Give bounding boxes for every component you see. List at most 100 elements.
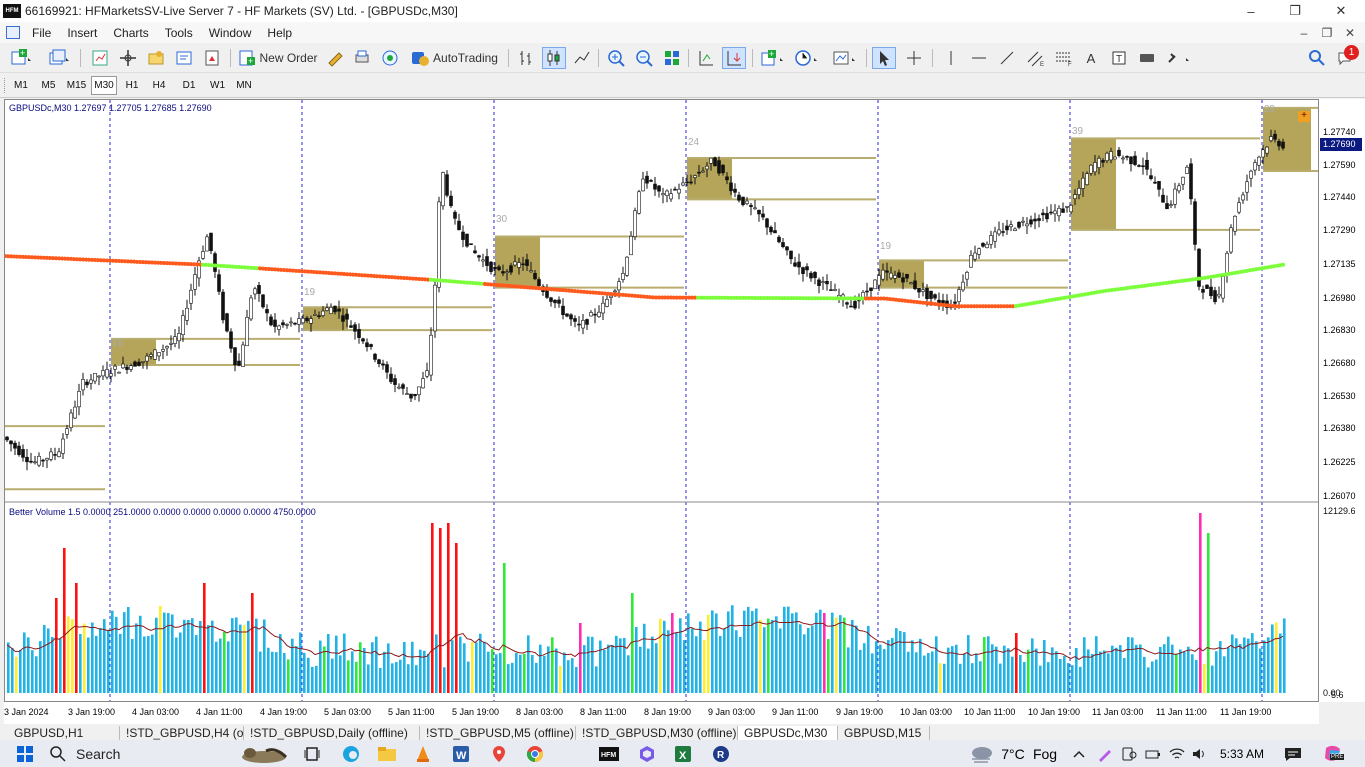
bar-chart-button[interactable]	[514, 47, 538, 69]
navigator-button[interactable]	[116, 47, 140, 69]
menu-window[interactable]: Window	[201, 26, 260, 40]
show-hidden-icons-chevron-icon[interactable]	[1068, 742, 1090, 766]
candle-body	[137, 361, 141, 366]
arrow-label-button[interactable]	[1136, 47, 1158, 69]
indicators-button[interactable]: +	[758, 47, 788, 69]
google-maps-icon[interactable]	[486, 742, 512, 766]
mdi-close-button[interactable]: ✕	[1339, 22, 1361, 43]
text-label-button[interactable]: T	[1108, 47, 1130, 69]
menu-file[interactable]: File	[24, 26, 59, 40]
notifications-button[interactable]: 1	[1334, 45, 1360, 69]
market-watch-button[interactable]	[88, 47, 112, 69]
candle-body	[1169, 204, 1173, 206]
tab-std-gbpusd-daily[interactable]: !STD_GBPUSD,Daily (offline)	[244, 726, 420, 740]
profiles-button[interactable]	[46, 47, 72, 69]
tab-gbpusd-m15[interactable]: GBPUSD,M15	[838, 726, 930, 740]
chart-shift-button[interactable]	[694, 47, 718, 69]
candle-body	[957, 289, 961, 302]
time-tick-label: 11 Jan 19:00	[1220, 707, 1272, 717]
tf-mn[interactable]: MN	[231, 76, 257, 95]
expand-plus-icon[interactable]: +	[1298, 111, 1310, 122]
vertical-line-button[interactable]	[940, 47, 962, 69]
menu-tools[interactable]: Tools	[157, 26, 201, 40]
periods-button[interactable]	[792, 47, 822, 69]
horizontal-line-button[interactable]	[968, 47, 990, 69]
community-button[interactable]	[378, 47, 402, 69]
menu-charts[interactable]: Charts	[105, 26, 156, 40]
new-chart-button[interactable]: +	[8, 47, 34, 69]
app-cube-icon[interactable]	[634, 742, 660, 766]
volume-icon[interactable]	[1188, 742, 1210, 766]
tab-gbpusdc-m30[interactable]: GBPUSDc,M30	[738, 726, 838, 740]
tf-m1[interactable]: M1	[8, 76, 34, 95]
candle-body	[313, 314, 317, 316]
windows-start-icon[interactable]	[10, 742, 40, 766]
vlc-icon[interactable]	[410, 742, 436, 766]
candlestick-button[interactable]	[542, 47, 566, 69]
zoom-out-button[interactable]	[632, 47, 656, 69]
tf-h4[interactable]: H4	[146, 76, 172, 95]
wifi-icon[interactable]	[1166, 742, 1188, 766]
autotrading-button[interactable]: AutoTrading	[406, 47, 502, 69]
candle-body	[1153, 181, 1157, 184]
equidistant-channel-button[interactable]: E	[1024, 47, 1048, 69]
zoom-in-button[interactable]	[604, 47, 628, 69]
cursor-button[interactable]	[872, 47, 896, 69]
minimize-button[interactable]: –	[1228, 0, 1274, 22]
tf-m30[interactable]: M30	[91, 76, 117, 95]
edge-icon[interactable]	[338, 742, 364, 766]
menu-help[interactable]: Help	[259, 26, 300, 40]
tab-gbpusd-h1[interactable]: GBPUSD,H1	[8, 726, 120, 740]
battery-icon[interactable]	[1142, 742, 1164, 766]
tf-m15[interactable]: M15	[63, 76, 90, 95]
signals-button[interactable]	[350, 47, 374, 69]
meet-now-icon[interactable]	[1118, 742, 1140, 766]
metaeditor-button[interactable]	[324, 47, 346, 69]
tf-d1[interactable]: D1	[174, 76, 204, 95]
terminal-button[interactable]	[172, 47, 196, 69]
tab-std-gbpusd-h4[interactable]: !STD_GBPUSD,H4 (offline)	[120, 726, 244, 740]
taskbar-clock[interactable]: 5:33 AM	[1214, 742, 1270, 766]
hfm-taskbar-icon[interactable]: HFM	[596, 742, 622, 766]
arrows-button[interactable]	[1164, 47, 1194, 69]
close-button[interactable]: ✕	[1318, 0, 1364, 22]
maximize-button[interactable]: ❐	[1272, 0, 1318, 22]
file-explorer-icon[interactable]	[374, 742, 400, 766]
tab-std-gbpusd-m30[interactable]: !STD_GBPUSD,M30 (offline)	[576, 726, 738, 740]
menu-insert[interactable]: Insert	[59, 26, 105, 40]
text-tool-button[interactable]: A	[1080, 47, 1102, 69]
chrome-icon[interactable]	[522, 742, 548, 766]
mdi-minimize-button[interactable]: –	[1293, 22, 1315, 43]
tf-h1[interactable]: H1	[119, 76, 145, 95]
volume-bar	[571, 658, 574, 693]
strategy-tester-button[interactable]	[200, 47, 224, 69]
mdi-restore-button[interactable]: ❐	[1316, 22, 1338, 43]
taskbar-search-box[interactable]: Search	[50, 742, 230, 766]
autoscroll-button[interactable]	[722, 47, 746, 69]
volume-bar	[359, 642, 362, 693]
crosshair-button[interactable]	[902, 47, 926, 69]
chart-window[interactable]: GBPUSDc,M30 1.27697 1.27705 1.27685 1.27…	[4, 99, 1319, 702]
notifications-center-icon[interactable]	[1280, 742, 1306, 766]
search-button[interactable]	[1306, 47, 1328, 69]
search-highlight-icon[interactable]	[236, 742, 292, 766]
new-order-button[interactable]: + New Order	[236, 47, 320, 69]
line-chart-button[interactable]	[570, 47, 594, 69]
price-chart[interactable]	[5, 100, 1318, 701]
data-window-button[interactable]	[144, 47, 168, 69]
r-app-icon[interactable]: R	[708, 742, 734, 766]
templates-button[interactable]	[830, 47, 860, 69]
copilot-preview-icon[interactable]: PRE	[1318, 742, 1348, 766]
excel-icon[interactable]: X	[670, 742, 696, 766]
tile-windows-button[interactable]	[660, 47, 684, 69]
tf-m5[interactable]: M5	[35, 76, 62, 95]
word-icon[interactable]: W	[448, 742, 474, 766]
trendline-button[interactable]	[996, 47, 1018, 69]
tab-std-gbpusd-m5[interactable]: !STD_GBPUSD,M5 (offline)	[420, 726, 576, 740]
fibonacci-button[interactable]: F	[1052, 47, 1076, 69]
pen-icon[interactable]	[1094, 742, 1116, 766]
tf-w1[interactable]: W1	[204, 76, 231, 95]
volume-bar	[739, 636, 742, 693]
task-view-icon[interactable]	[300, 742, 326, 766]
volume-bar	[651, 636, 654, 693]
